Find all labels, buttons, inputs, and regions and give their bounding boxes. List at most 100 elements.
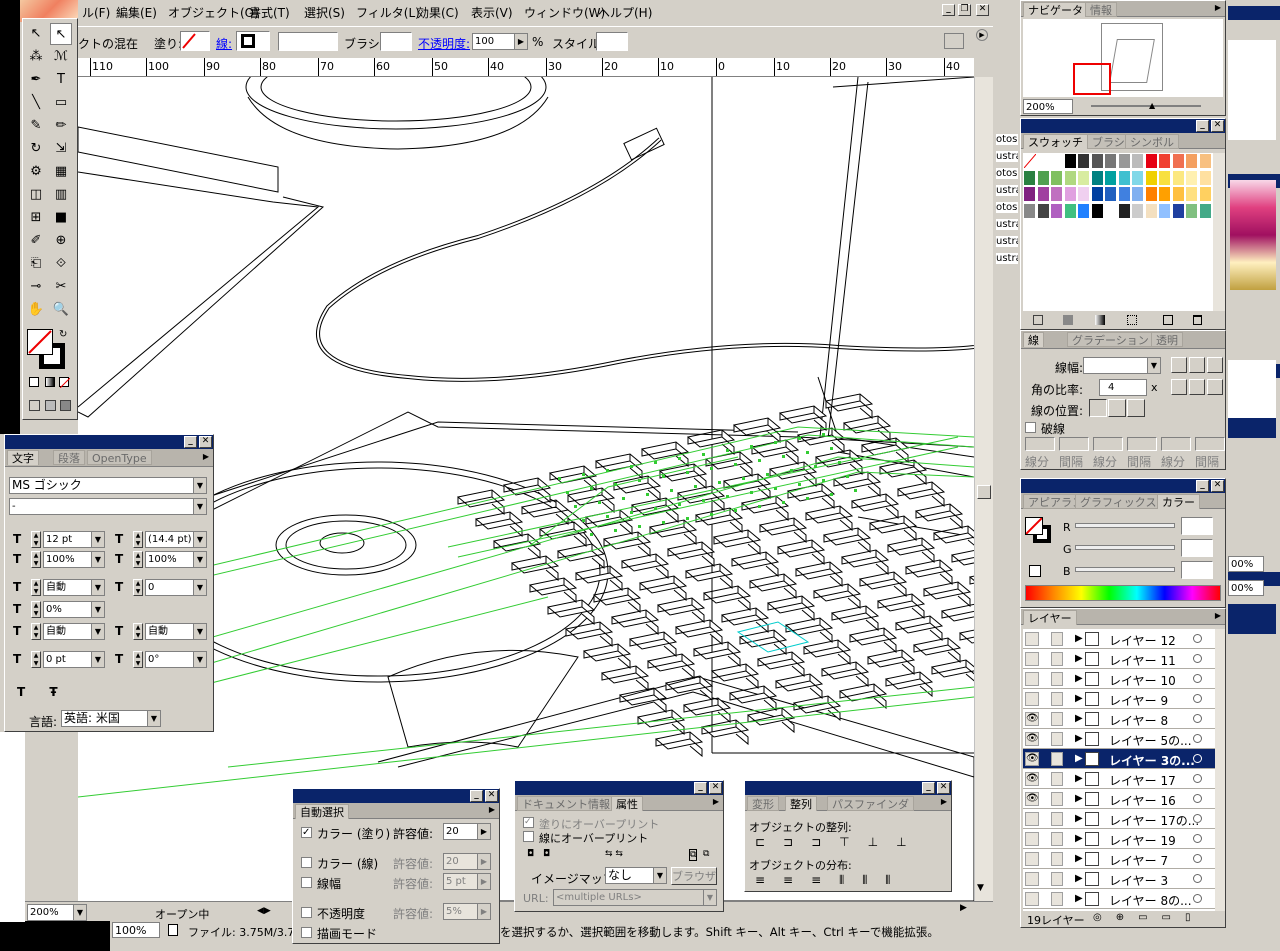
rectangle-tool-icon[interactable]: ▭ [50,92,72,114]
swatch[interactable] [1117,169,1131,186]
expand-triangle-icon[interactable]: ▶ [1075,673,1083,684]
swatch-grid[interactable] [1023,153,1213,219]
swatch[interactable] [1050,186,1063,202]
spinner-icon[interactable]: ▲ ▼ [31,551,41,568]
target-icon[interactable] [1193,894,1202,903]
menu-window[interactable]: ウィンドウ(W) [524,4,605,21]
expand-triangle-icon[interactable]: ▶ [1075,833,1083,844]
lock-icon[interactable] [1051,632,1063,646]
panel-minimize[interactable]: _ [470,790,483,802]
lock-icon[interactable] [1051,772,1063,786]
scroll-down-icon[interactable]: ▼ [977,883,984,893]
browser-button[interactable]: ブラウザ [671,867,717,885]
panel-menu-icon[interactable]: ▶ [1215,3,1221,12]
dropdown-icon[interactable]: ▼ [193,532,206,547]
fill-stroke-indicator[interactable]: ↻ [27,329,71,369]
hscroll-arrow-icon[interactable]: ▶ [960,903,967,913]
minimize-button[interactable]: _ [942,4,955,16]
leading-field[interactable]: (14.4 pt) ▼ [145,531,207,548]
color-mode-buttons[interactable] [27,375,73,389]
tab-document-info[interactable]: ドキュメント情報 [517,796,615,811]
swatch-color-icon[interactable] [1063,315,1073,325]
swatch[interactable] [1117,202,1131,219]
panel-close[interactable]: ✕ [937,782,950,794]
align-stroke-buttons[interactable] [1089,399,1147,417]
kerning-field[interactable]: 自動 ▼ [43,579,105,596]
swatch[interactable] [1144,186,1158,202]
lock-icon[interactable] [1051,832,1063,846]
option-checkbox[interactable] [301,857,312,868]
navigator-zoom-field[interactable]: 200% [1023,99,1073,114]
gradient-tool-icon[interactable]: ■ [50,207,72,229]
visibility-toggle[interactable] [1025,832,1039,846]
layer-row[interactable]: ▶ レイヤー 9 [1023,689,1215,709]
pencil-tool-icon[interactable]: ✏ [50,115,72,137]
dropdown-arrow-icon[interactable]: ▶ [514,34,527,49]
dash-input[interactable] [1093,437,1123,451]
lock-icon[interactable] [1051,752,1063,766]
visibility-toggle[interactable] [1025,812,1039,826]
dropdown-icon[interactable]: ▼ [91,580,104,595]
target-icon[interactable] [1193,834,1202,843]
dash-input[interactable] [1059,437,1089,451]
swatch[interactable] [1158,186,1171,202]
target-icon[interactable] [1193,674,1202,683]
swatch[interactable] [1198,202,1212,219]
dash-input[interactable] [1195,437,1225,451]
expand-triangle-icon[interactable]: ▶ [1075,813,1083,824]
brush-select[interactable] [380,32,412,51]
lock-icon[interactable] [1051,792,1063,806]
layer-row[interactable]: ▶ レイヤー 19 [1023,829,1215,849]
panel-minimize[interactable]: _ [1196,120,1209,132]
opacity-label[interactable]: 不透明度: [418,35,470,52]
menu-edit[interactable]: 編集(E) [116,4,157,21]
tab-paragraph[interactable]: 段落 [53,450,85,465]
swatch[interactable] [1077,169,1090,186]
swatch[interactable] [1090,153,1104,169]
dash-input[interactable] [1025,437,1055,451]
swatch[interactable] [1077,153,1090,169]
menu-type[interactable]: 書式(T) [249,4,290,21]
scissors-tool-icon[interactable]: ✂ [50,276,72,298]
rotate-tool-icon[interactable]: ↻ [25,138,47,160]
spinner-icon[interactable]: ▲ ▼ [31,623,41,640]
r-value[interactable] [1181,517,1213,535]
tolerance-field[interactable]: 5 pt ▶ [443,873,491,890]
eye-icon[interactable]: 👁 [1025,772,1039,786]
expand-triangle-icon[interactable]: ▶ [1075,773,1083,784]
panel-menu-icon[interactable]: ▶ [489,805,495,814]
swatch[interactable] [1144,153,1158,169]
menu-effect[interactable]: 効果(C) [417,4,459,21]
tab-gradient[interactable]: グラデーション [1067,332,1154,347]
miter-input[interactable]: 4 [1099,379,1147,396]
type-icons[interactable]: T Ŧ [17,685,68,699]
swatch[interactable] [1090,169,1104,186]
expand-triangle-icon[interactable]: ▶ [1075,873,1083,884]
layer-row[interactable]: 👁 ▶ レイヤー 16 [1023,789,1215,809]
dropdown-icon[interactable]: ▶ [477,854,490,869]
mesh-tool-icon[interactable]: ⊞ [25,207,47,229]
direct-select-tool-icon[interactable]: ↖ [50,23,72,45]
scale-tool-icon[interactable]: ⇲ [50,138,72,160]
overprint-stroke-checkbox[interactable] [523,831,534,842]
opacity-field[interactable]: 100 ▶ [472,33,528,50]
zoom-dropdown-icon[interactable]: ▼ [73,905,86,920]
dashed-checkbox[interactable] [1025,422,1036,433]
dropdown-icon[interactable]: ▼ [91,532,104,547]
live-paint-tool-icon[interactable]: ⎗ [25,253,47,275]
scroll-thumb[interactable] [977,485,991,499]
eye-icon[interactable]: 👁 [1025,792,1039,806]
attr-icons-row[interactable]: ◘ ◘ ⇆ ⇆ ⧉ ⧉ [527,849,717,863]
option-checkbox[interactable]: ✓ [301,827,312,838]
tab-layers[interactable]: レイヤー [1023,610,1077,625]
swatch-pattern-icon[interactable] [1127,315,1137,325]
panel-close[interactable]: ✕ [709,782,722,794]
expand-triangle-icon[interactable]: ▶ [1075,633,1083,644]
lock-icon[interactable] [1051,732,1063,746]
tab-info[interactable]: 情報 [1085,2,1117,17]
tab-pathfinder[interactable]: パスファインダ [827,796,914,811]
swatch[interactable] [1131,153,1144,169]
lock-icon[interactable] [1051,672,1063,686]
option-checkbox[interactable] [301,877,312,888]
join-buttons[interactable] [1171,379,1223,395]
